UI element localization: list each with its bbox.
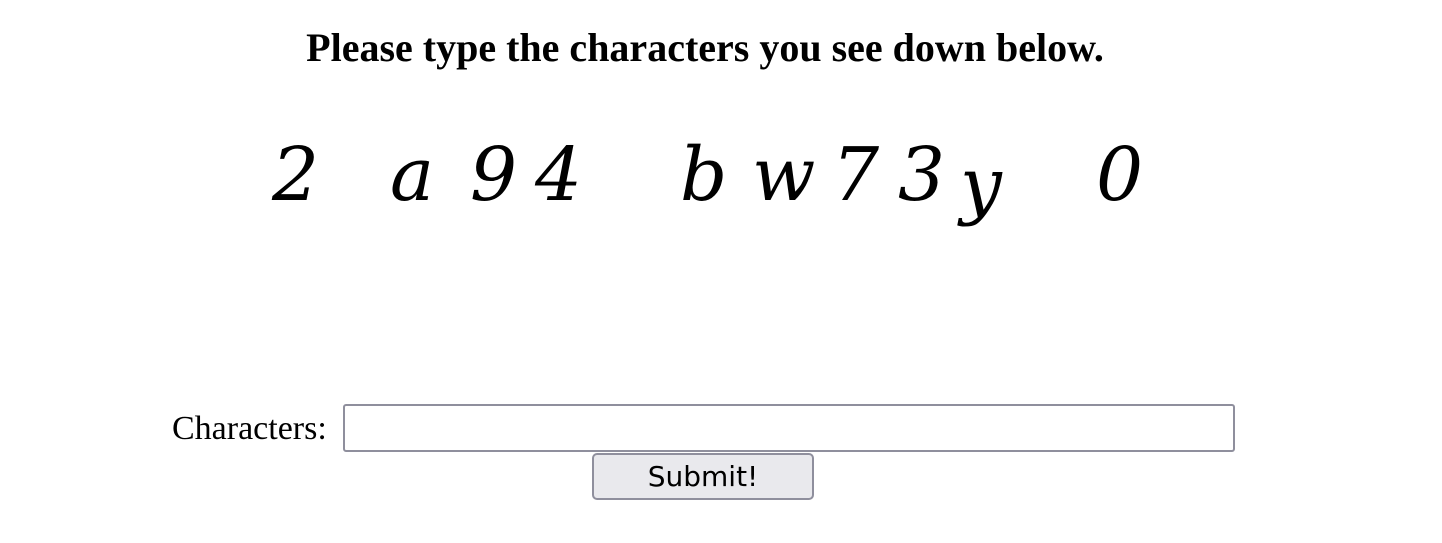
- instruction-heading: Please type the characters you see down …: [306, 25, 1104, 70]
- captcha-char: 4: [535, 132, 583, 218]
- captcha-image: 2 a 9 4 b w 7 3 y 0: [0, 120, 1442, 230]
- characters-input[interactable]: [343, 404, 1235, 452]
- captcha-char: 2: [272, 132, 320, 218]
- captcha-char: 0: [1096, 132, 1144, 218]
- characters-label: Characters:: [172, 410, 327, 447]
- captcha-char: y: [960, 142, 1002, 228]
- captcha-char: b: [680, 132, 728, 218]
- captcha-char: a: [390, 132, 435, 218]
- captcha-char: 9: [470, 132, 518, 218]
- submit-button[interactable]: Submit!: [592, 453, 814, 500]
- captcha-char: 3: [898, 132, 946, 218]
- captcha-char: 7: [832, 132, 880, 218]
- captcha-char: w: [752, 132, 816, 218]
